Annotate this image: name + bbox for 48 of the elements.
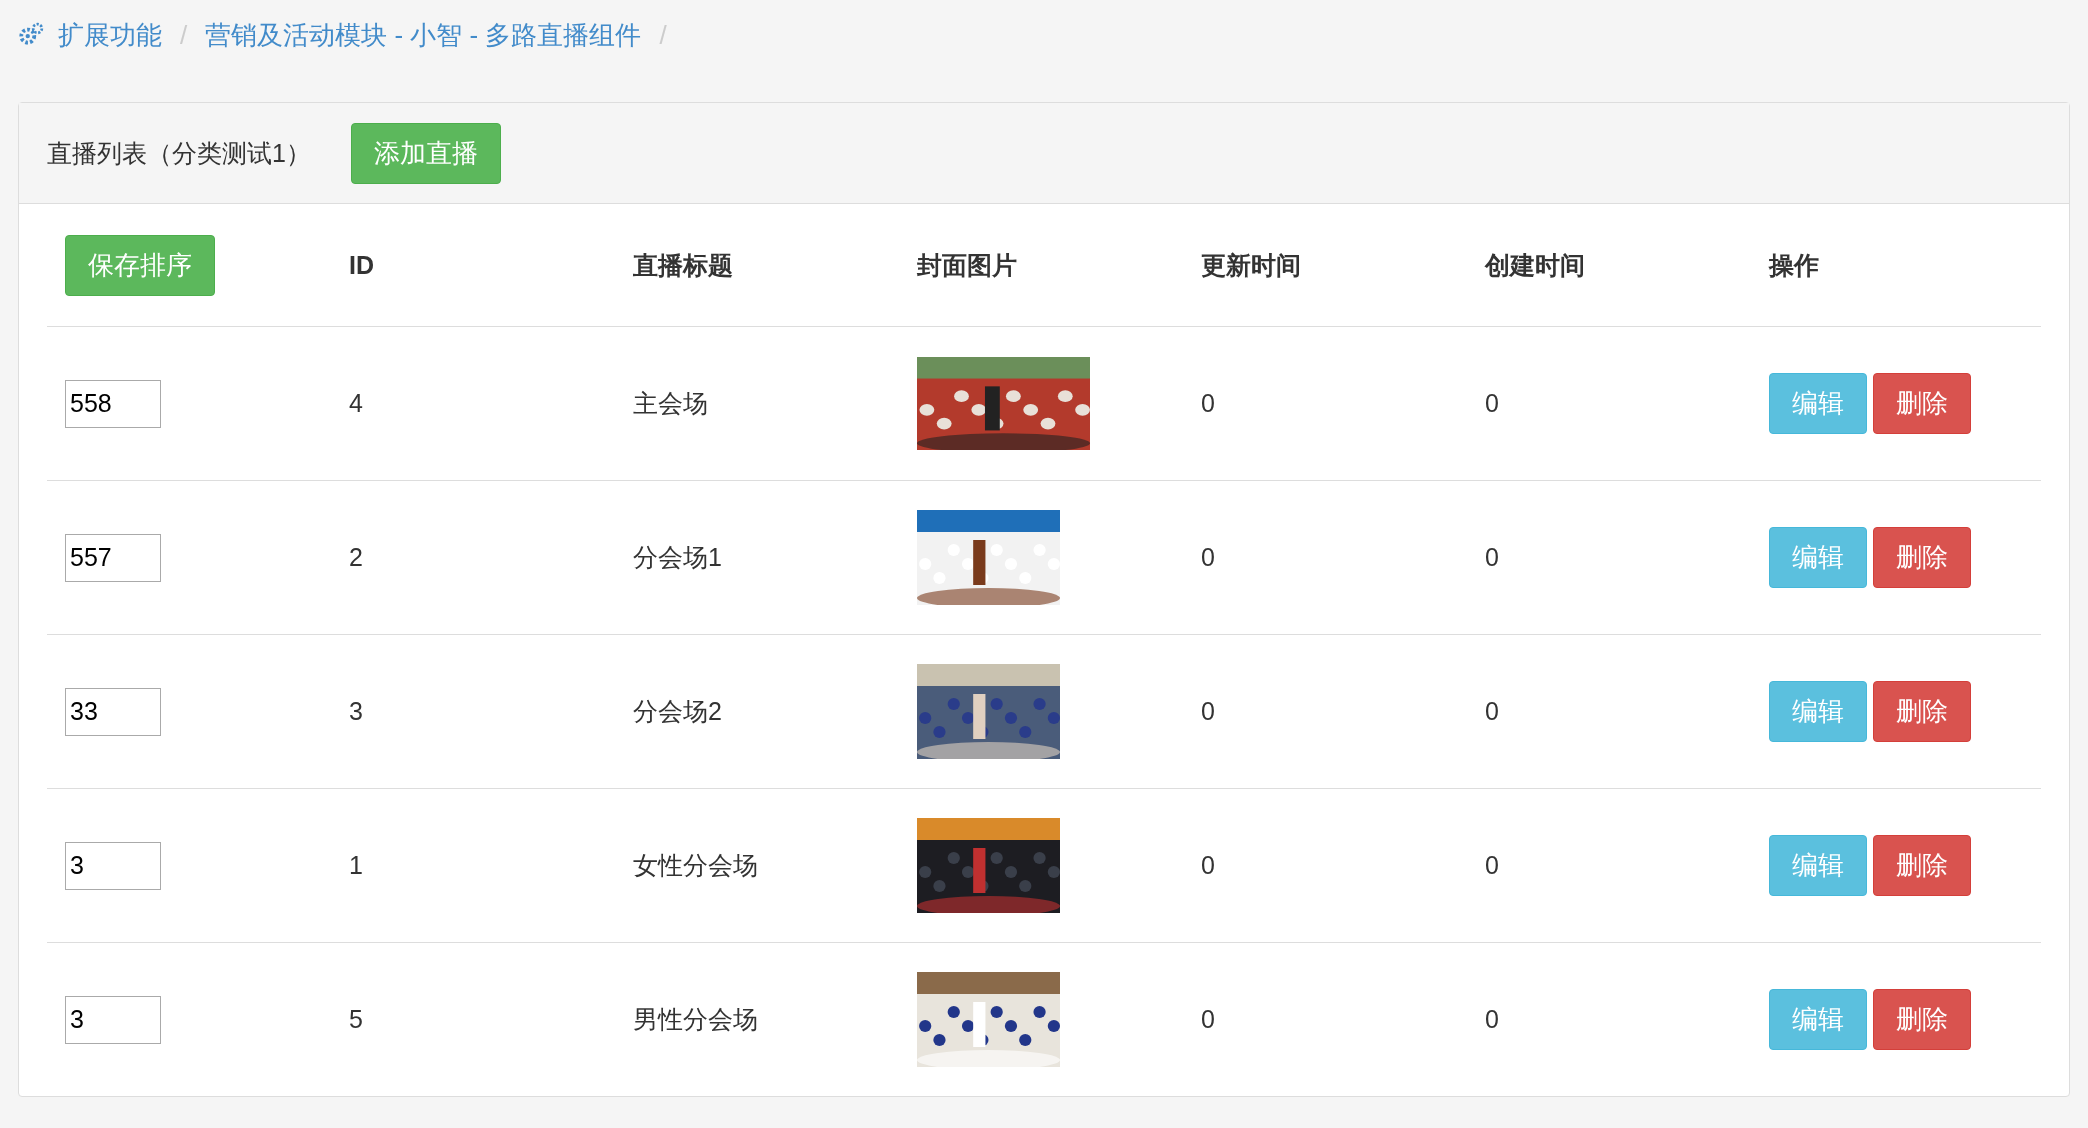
- breadcrumb-link[interactable]: 扩展功能: [58, 17, 162, 53]
- add-live-button[interactable]: 添加直播: [350, 122, 501, 184]
- column-header: 封面图片: [917, 249, 1017, 281]
- panel-title: 直播列表（分类测试1）: [47, 137, 311, 169]
- table-cell: 0: [1201, 697, 1215, 726]
- edit-button[interactable]: 编辑: [1769, 373, 1867, 434]
- sort-input[interactable]: 557: [65, 533, 161, 582]
- edit-button[interactable]: 编辑: [1769, 527, 1867, 588]
- delete-button[interactable]: 删除: [1873, 989, 1971, 1050]
- delete-button[interactable]: 删除: [1873, 681, 1971, 742]
- table-cell: 2: [349, 543, 363, 572]
- table-cell-text: 男性分会场: [633, 1004, 758, 1035]
- table-cell: 0: [1485, 851, 1499, 880]
- edit-button[interactable]: 编辑: [1769, 681, 1867, 742]
- column-header: 更新时间: [1201, 249, 1301, 281]
- table-cell: 0: [1201, 1005, 1215, 1034]
- table-cell: 0: [1201, 543, 1215, 572]
- table-cell: 3: [349, 697, 363, 726]
- table-cell: 1: [349, 851, 363, 880]
- table-cell: 4: [349, 389, 363, 418]
- table-cell: 0: [1485, 1005, 1499, 1034]
- column-header: 操作: [1769, 249, 1819, 281]
- table-cell-text: 女性分会场: [633, 850, 758, 881]
- column-header: 直播标题: [633, 249, 733, 281]
- sort-input[interactable]: 33: [65, 687, 161, 736]
- table-cell-text: 分会场2: [633, 696, 722, 727]
- table-cell: 0: [1485, 389, 1499, 418]
- table-cell: 0: [1485, 697, 1499, 726]
- column-header: 创建时间: [1485, 249, 1585, 281]
- sort-input[interactable]: 3: [65, 841, 161, 890]
- edit-button[interactable]: 编辑: [1769, 989, 1867, 1050]
- table-cell: 0: [1201, 851, 1215, 880]
- delete-button[interactable]: 删除: [1873, 527, 1971, 588]
- save-sort-button[interactable]: 保存排序: [65, 234, 215, 296]
- table-cell: 5: [349, 1005, 363, 1034]
- table-cell-text: 主会场: [633, 388, 708, 419]
- edit-button[interactable]: 编辑: [1769, 835, 1867, 896]
- breadcrumb-separator: /: [659, 19, 667, 51]
- sort-input[interactable]: 558: [65, 379, 161, 428]
- delete-button[interactable]: 删除: [1873, 373, 1971, 434]
- table-cell: 0: [1485, 543, 1499, 572]
- table-cell: 0: [1201, 389, 1215, 418]
- table-cell-text: 分会场1: [633, 542, 722, 573]
- column-header: ID: [349, 250, 374, 280]
- breadcrumb-separator: /: [180, 19, 188, 51]
- breadcrumb-link[interactable]: 营销及活动模块 - 小智 - 多路直播组件: [205, 17, 642, 53]
- sort-input[interactable]: 3: [65, 995, 161, 1044]
- delete-button[interactable]: 删除: [1873, 835, 1971, 896]
